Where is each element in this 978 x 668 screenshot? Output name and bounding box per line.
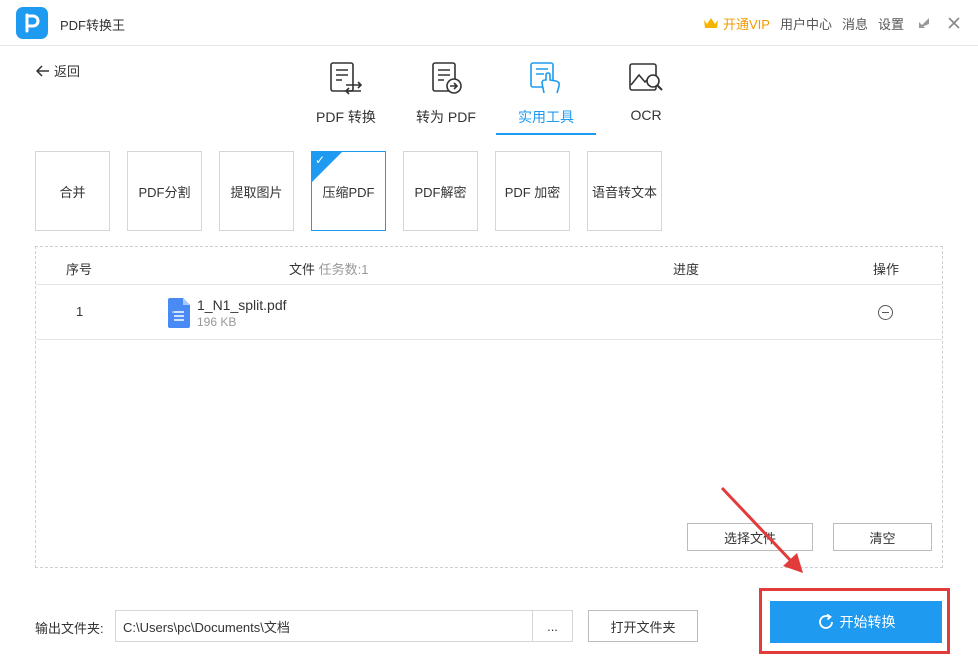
tool-label: 语音转文本 [591,184,657,200]
tab-tools[interactable]: 实用工具 [496,55,596,135]
tab-label: 实用工具 [518,109,574,125]
app-logo-icon [16,7,48,39]
main-tabs: PDF 转换 转为 PDF 实用工具 OCR [296,55,696,135]
tab-label: PDF 转换 [316,109,376,125]
col-file: 文件 任务数:1 [289,259,368,278]
tab-to-pdf[interactable]: 转为 PDF [396,55,496,135]
start-convert-button[interactable]: 开始转换 [770,601,942,643]
output-path-field[interactable]: ... [115,610,573,642]
vip-label: 开通VIP [722,16,770,32]
tool-label: PDF 加密 [504,184,561,200]
refresh-icon [818,613,833,629]
tools-icon [527,60,565,96]
open-folder-button[interactable]: 打开文件夹 [588,610,698,642]
tool-label: 提取图片 [230,184,283,200]
back-label: 返回 [54,64,81,79]
title-bar: PDF转换王 开通VIP 用户中心 消息 设置 [0,0,978,46]
vip-button[interactable]: 开通VIP [703,14,770,33]
tab-label: OCR [630,107,662,123]
arrow-left-icon [36,64,49,77]
row-index: 1 [76,304,84,319]
start-label: 开始转换 [839,614,896,630]
table-header: 序号 文件 任务数:1 进度 操作 [36,247,942,285]
col-action: 操作 [873,262,900,277]
messages-link[interactable]: 消息 [842,14,868,33]
minimize-icon[interactable] [914,13,934,33]
check-icon: ✓ [315,153,326,167]
tab-label: 转为 PDF [416,109,476,125]
col-index: 序号 [66,262,93,277]
tool-label: 压缩PDF [322,184,375,200]
tool-encrypt[interactable]: PDF 加密 [495,151,570,231]
tool-decrypt[interactable]: PDF解密 [403,151,478,231]
tool-list: 合并 PDF分割 提取图片 ✓ 压缩PDF PDF解密 PDF 加密 语音转文本 [35,151,662,231]
output-path-input[interactable] [116,611,526,641]
back-button[interactable]: 返回 [36,61,80,80]
tool-label: PDF解密 [414,184,467,200]
file-list-panel: 序号 文件 任务数:1 进度 操作 1 1_N1_split.pdf 196 K… [35,246,943,568]
tool-split[interactable]: PDF分割 [127,151,202,231]
remove-file-icon[interactable] [878,305,893,320]
col-file-label: 文件 [289,262,316,277]
tool-speech-to-text[interactable]: 语音转文本 [587,151,662,231]
file-name: 1_N1_split.pdf [197,297,287,313]
document-icon [168,298,190,331]
user-center-link[interactable]: 用户中心 [780,14,832,33]
browse-button[interactable]: ... [532,611,572,641]
tab-pdf-convert[interactable]: PDF 转换 [296,55,396,135]
output-folder-label: 输出文件夹: [35,621,104,636]
tool-compress[interactable]: ✓ 压缩PDF [311,151,386,231]
app-title: PDF转换王 [60,18,126,33]
tool-label: 合并 [59,184,86,200]
task-count: 任务数:1 [318,262,369,277]
pdf-convert-icon [328,60,364,96]
clear-button[interactable]: 清空 [833,523,932,551]
ocr-image-icon [627,60,665,96]
tool-label: PDF分割 [138,184,191,200]
file-size: 196 KB [197,315,237,329]
tab-ocr[interactable]: OCR [596,55,696,135]
tool-merge[interactable]: 合并 [35,151,110,231]
col-progress: 进度 [673,262,700,277]
select-file-button[interactable]: 选择文件 [687,523,813,551]
tool-extract-images[interactable]: 提取图片 [219,151,294,231]
crown-icon [703,18,718,28]
settings-link[interactable]: 设置 [878,14,904,33]
close-icon[interactable] [944,13,964,33]
table-row[interactable]: 1 1_N1_split.pdf 196 KB [36,285,942,340]
to-pdf-icon [428,60,464,96]
